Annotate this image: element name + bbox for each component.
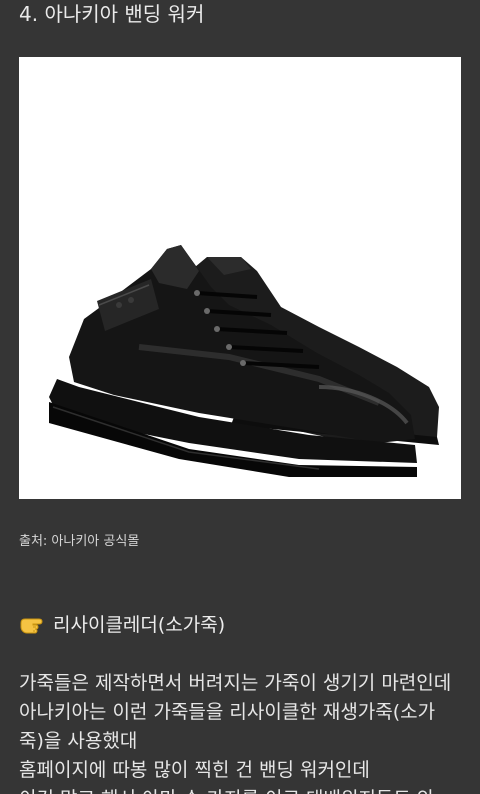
image-caption: 출처: 아나키아 공식몰 [19,534,140,549]
section-title-text: 리사이클레더(소가죽) [53,614,226,636]
paragraph-line: 홈페이지에 따봉 많이 찍힌 건 밴딩 워커인데 [19,759,370,781]
paragraph-line: 죽)을 사용했대 [19,730,138,752]
walker-shoes-illustration [49,245,439,477]
pointing-hand-icon [19,614,47,636]
product-image [19,57,461,499]
article-paragraph: 가죽들은 제작하면서 버려지는 가죽이 생기기 마련인데 아나키아는 이런 가죽… [19,669,464,794]
section-title: 리사이클레더(소가죽) [19,611,225,639]
paragraph-line: 이건 많고 해서 아마 수 가지를 이로 대배워지들도 안 [19,785,464,794]
article-page: 4. 아나키아 밴딩 워커 출처: 아나키아 공식몰 리사이클레더(소가죽) 가… [0,0,480,794]
paragraph-line: 아나키아는 이런 가죽들을 리사이클한 재생가죽(소가 [19,701,436,723]
product-heading: 4. 아나키아 밴딩 워커 [19,2,205,26]
paragraph-line: 가죽들은 제작하면서 버려지는 가죽이 생기기 마련인데 [19,672,452,694]
